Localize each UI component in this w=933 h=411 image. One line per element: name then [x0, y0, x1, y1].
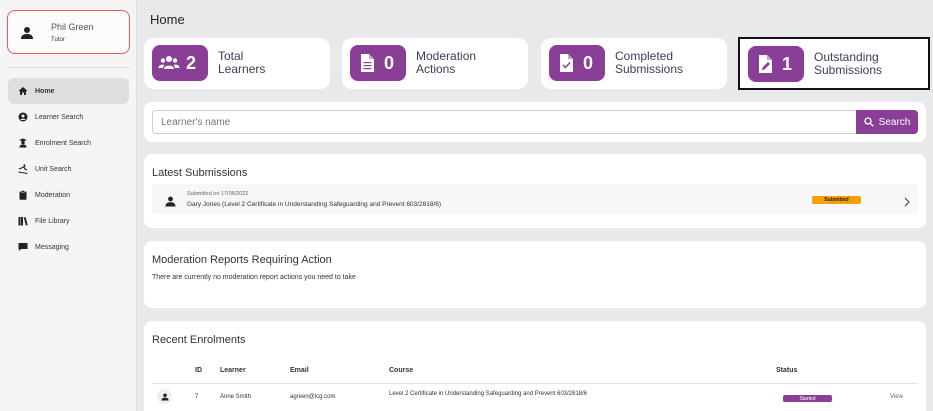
cell-learner: Anne Smith — [220, 394, 252, 400]
stat-value: 2 — [186, 52, 197, 73]
stat-value: 1 — [782, 53, 793, 74]
search-icon — [864, 117, 874, 127]
stat-value: 0 — [384, 52, 395, 73]
submission-date: Submitted on 17/06/2022 — [187, 191, 249, 197]
stat-card-completed-submissions[interactable]: 0 Completed Submissions — [541, 38, 727, 89]
sidebar-item-label: Home — [35, 87, 55, 95]
sidebar-item-messaging[interactable]: Messaging — [8, 234, 129, 260]
sidebar: Phil Green Tutor Home Learner Search Enr… — [0, 0, 137, 411]
stat-label-line2: Submissions — [615, 62, 684, 76]
user-name: Phil Green — [51, 22, 94, 32]
latest-submissions-title: Latest Submissions — [152, 167, 248, 179]
stat-card-moderation-actions[interactable]: 0 Moderation Actions — [342, 38, 528, 89]
document-check-icon — [560, 54, 573, 72]
clipboard-icon — [18, 190, 28, 200]
stat-label: Outstanding Submissions — [814, 51, 882, 77]
sidebar-item-learner-search[interactable]: Learner Search — [8, 104, 129, 130]
stat-label: Moderation Actions — [416, 50, 476, 76]
stat-badge: 1 — [748, 46, 804, 82]
stat-badge: 0 — [350, 45, 406, 81]
document-edit-icon — [759, 55, 772, 73]
stat-card-total-learners[interactable]: 2 Total Learners — [144, 38, 330, 89]
cell-email: agreen@lcg.com — [290, 394, 336, 400]
stat-badge: 2 — [152, 45, 208, 81]
user-profile-card[interactable]: Phil Green Tutor — [7, 10, 130, 54]
ski-icon — [18, 164, 28, 174]
view-link[interactable]: View — [890, 394, 903, 400]
home-icon — [18, 86, 28, 96]
user-icon — [157, 389, 172, 404]
user-icon — [165, 194, 176, 207]
user-role: Tutor — [51, 37, 65, 43]
stat-card-outstanding-submissions[interactable]: 1 Outstanding Submissions — [738, 37, 930, 90]
stat-label-line2: Learners — [218, 62, 266, 76]
cell-id: 7 — [195, 394, 199, 400]
status-badge: Started — [783, 395, 832, 402]
user-circle-icon — [18, 112, 28, 122]
stat-label-line2: Submissions — [814, 63, 883, 77]
main-content: Home 2 Total Learners 0 Moderation Actio… — [137, 0, 933, 411]
stat-badge: 0 — [549, 45, 605, 81]
sidebar-item-enrolment-search[interactable]: Enrolment Search — [8, 130, 129, 156]
sidebar-item-label: Messaging — [35, 243, 69, 251]
column-header-status: Status — [776, 367, 798, 374]
sidebar-item-moderation[interactable]: Moderation — [8, 182, 129, 208]
sidebar-item-label: Unit Search — [35, 165, 72, 173]
stat-label: Completed Submissions — [615, 50, 683, 76]
moderation-reports-panel: Moderation Reports Requiring Action Ther… — [144, 241, 926, 308]
sidebar-item-home[interactable]: Home — [8, 78, 129, 104]
sidebar-item-label: Learner Search — [35, 113, 84, 121]
stat-value: 0 — [583, 52, 594, 73]
table-divider — [152, 383, 918, 384]
sidebar-item-label: Enrolment Search — [35, 139, 92, 147]
sidebar-item-label: Moderation — [35, 191, 71, 199]
chevron-right-icon[interactable] — [903, 194, 911, 207]
submission-title: Gary Jones (Level 2 Certificate in Under… — [187, 201, 442, 208]
page-title: Home — [150, 12, 185, 27]
user-icon — [20, 26, 34, 40]
books-icon — [18, 216, 28, 226]
sidebar-divider — [8, 67, 130, 68]
search-button[interactable]: Search — [856, 110, 918, 134]
sidebar-item-file-library[interactable]: File Library — [8, 208, 129, 234]
stat-label: Total Learners — [218, 50, 265, 76]
recent-enrolments-panel: Recent Enrolments ID Learner Email Cours… — [144, 321, 926, 411]
recent-enrolments-title: Recent Enrolments — [152, 334, 246, 346]
stat-label-line2: Actions — [416, 62, 456, 76]
chat-icon — [18, 242, 28, 252]
learner-search-input[interactable] — [152, 110, 857, 134]
learner-search-bar: Search — [144, 102, 926, 142]
users-icon — [158, 56, 180, 69]
moderation-empty-text: There are currently no moderation report… — [152, 274, 356, 281]
graduate-icon — [18, 138, 28, 148]
document-icon — [361, 54, 374, 72]
column-header-id: ID — [195, 367, 202, 374]
status-badge: Submitted — [812, 196, 861, 204]
submission-row[interactable]: Submitted on 17/06/2022 Gary Jones (Leve… — [152, 184, 918, 214]
moderation-reports-title: Moderation Reports Requiring Action — [152, 254, 332, 266]
cell-course: Level 2 Certificate in Understanding Saf… — [389, 391, 588, 397]
column-header-learner: Learner — [220, 367, 246, 374]
latest-submissions-panel: Latest Submissions Submitted on 17/06/20… — [144, 154, 926, 228]
sidebar-item-label: File Library — [35, 217, 70, 225]
column-header-email: Email — [290, 367, 309, 374]
column-header-course: Course — [389, 367, 414, 374]
sidebar-nav: Home Learner Search Enrolment Search Uni… — [8, 78, 129, 260]
search-button-label: Search — [878, 116, 911, 128]
sidebar-item-unit-search[interactable]: Unit Search — [8, 156, 129, 182]
